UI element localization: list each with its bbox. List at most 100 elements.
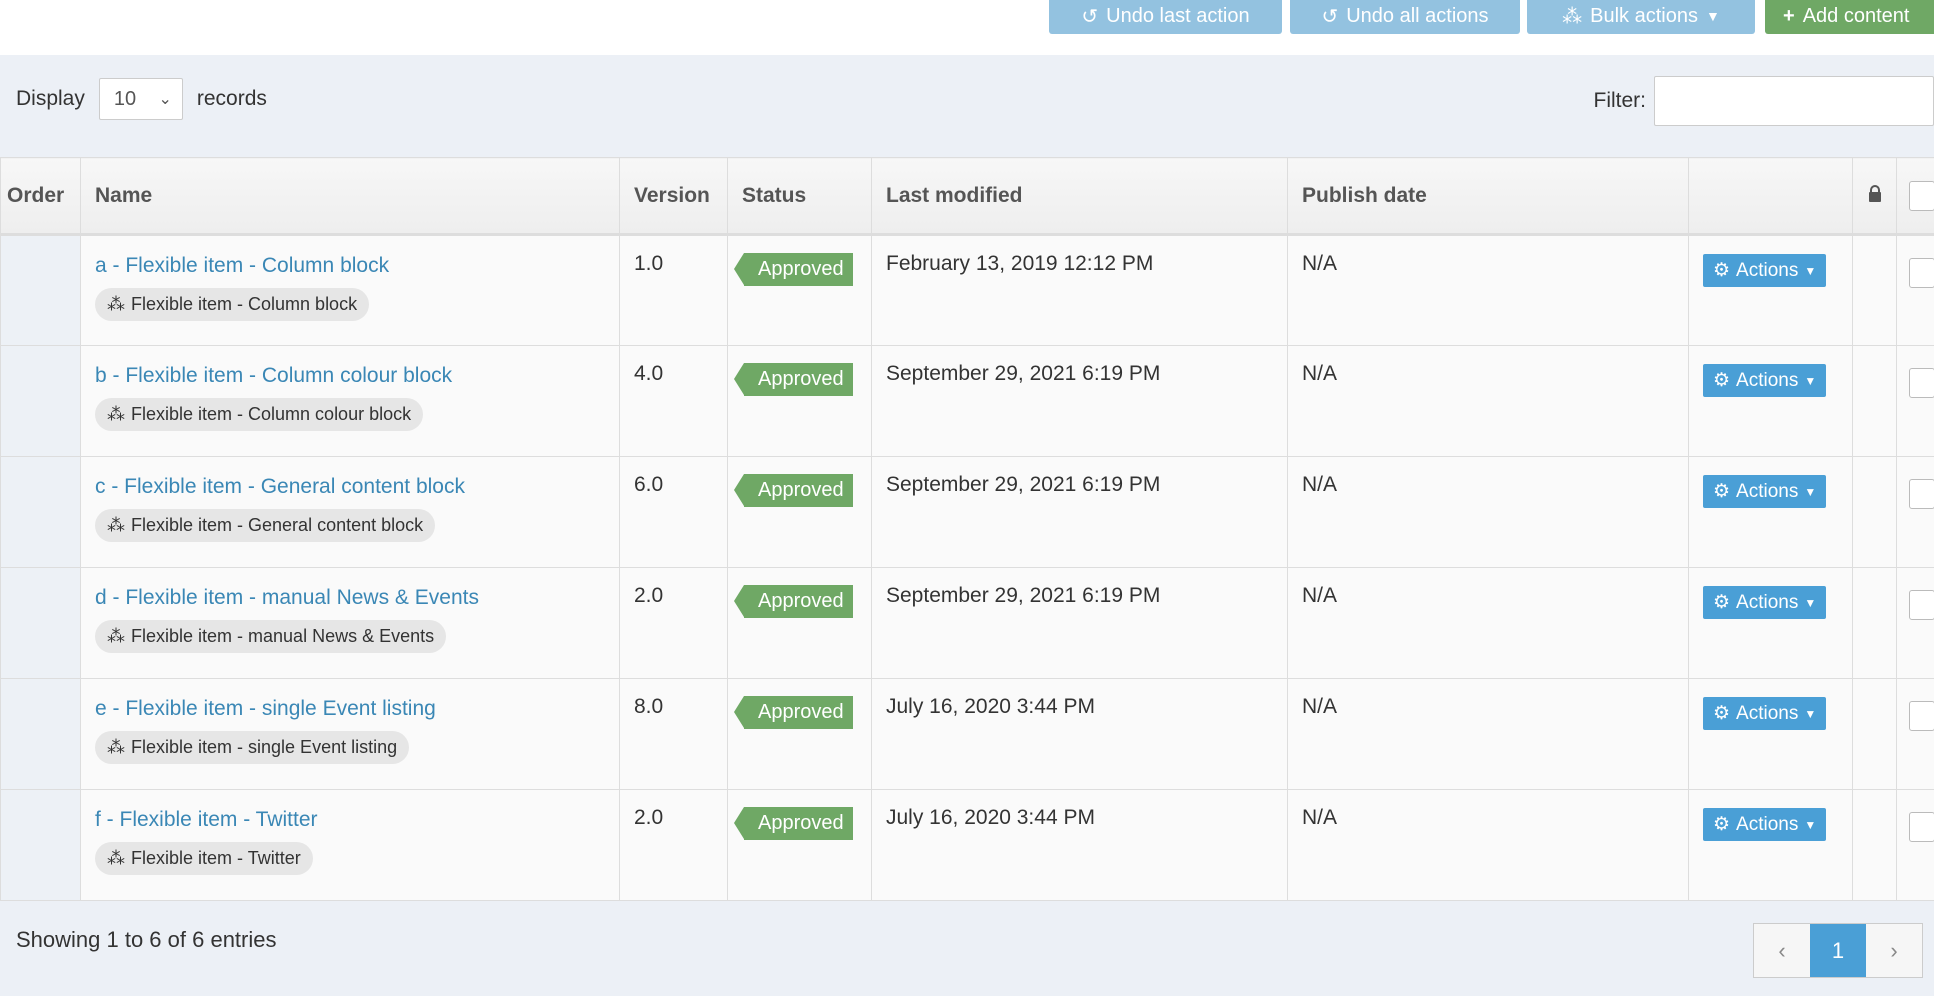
lock-cell: [1852, 789, 1897, 901]
version-cell: 6.0: [619, 456, 728, 568]
publish-date-cell: N/A: [1287, 345, 1689, 457]
add-content-button[interactable]: + Add content: [1765, 0, 1934, 34]
caret-down-icon: ▼: [1804, 484, 1817, 499]
cubes-icon: ⁂: [107, 848, 125, 868]
actions-dropdown-button[interactable]: ⚙ Actions ▼: [1703, 475, 1827, 508]
select-cell: [1896, 567, 1934, 679]
order-cell[interactable]: [0, 567, 81, 679]
actions-dropdown-button[interactable]: ⚙ Actions ▼: [1703, 808, 1827, 841]
select-cell: [1896, 345, 1934, 457]
actions-cell: ⚙ Actions ▼: [1688, 678, 1853, 790]
caret-down-icon: ▼: [1804, 595, 1817, 610]
select-all-checkbox[interactable]: [1909, 180, 1934, 211]
lock-cell: [1852, 678, 1897, 790]
name-cell: f - Flexible item - Twitter ⁂ Flexible ite…: [80, 789, 620, 901]
column-header-order[interactable]: Order: [0, 157, 81, 236]
publish-date-cell: N/A: [1287, 234, 1689, 346]
table-row: b - Flexible item - Column colour block ⁂…: [0, 345, 1934, 457]
lock-cell: [1852, 567, 1897, 679]
filter-input[interactable]: [1654, 76, 1934, 126]
records-per-page-control: Display 10 ⌄ records: [16, 77, 267, 121]
chevron-down-icon: ⌄: [158, 91, 172, 108]
row-checkbox[interactable]: [1909, 701, 1934, 731]
status-badge: Approved: [734, 363, 853, 396]
actions-dropdown-button[interactable]: ⚙ Actions ▼: [1703, 697, 1827, 730]
gear-icon: ⚙: [1713, 260, 1731, 281]
item-name-link[interactable]: d - Flexible item - manual News & Events: [95, 586, 605, 610]
name-cell: e - Flexible item - single Event listing…: [80, 678, 620, 790]
item-name-link[interactable]: b - Flexible item - Column colour block: [95, 364, 605, 388]
column-header-version[interactable]: Version: [619, 157, 728, 236]
column-header-publish-date[interactable]: Publish date: [1287, 157, 1689, 236]
pagination-next-button[interactable]: ›: [1866, 924, 1922, 977]
status-cell: Approved: [727, 234, 872, 346]
row-checkbox[interactable]: [1909, 590, 1934, 620]
gear-icon: ⚙: [1713, 703, 1731, 724]
records-per-page-select[interactable]: 10 ⌄: [98, 78, 183, 120]
actions-dropdown-button[interactable]: ⚙ Actions ▼: [1703, 254, 1827, 287]
item-name-link[interactable]: c - Flexible item - General content bloc…: [95, 475, 605, 499]
select-cell: [1896, 234, 1934, 346]
last-modified-cell: February 13, 2019 12:12 PM: [871, 234, 1288, 346]
name-cell: b - Flexible item - Column colour block ⁂…: [80, 345, 620, 457]
undo-icon: ↺: [1081, 5, 1099, 28]
gear-icon: ⚙: [1713, 592, 1731, 613]
gear-icon: ⚙: [1713, 370, 1731, 391]
filter-label: Filter:: [1593, 89, 1647, 112]
order-cell[interactable]: [0, 678, 81, 790]
publish-date-cell: N/A: [1287, 789, 1689, 901]
undo-all-actions-button[interactable]: ↺ Undo all actions: [1290, 0, 1520, 34]
publish-date-cell: N/A: [1287, 567, 1689, 679]
column-header-last-modified[interactable]: Last modified: [871, 157, 1288, 236]
status-cell: Approved: [727, 789, 872, 901]
actions-dropdown-button[interactable]: ⚙ Actions ▼: [1703, 364, 1827, 397]
status-cell: Approved: [727, 678, 872, 790]
select-cell: [1896, 678, 1934, 790]
undo-last-action-button[interactable]: ↺ Undo last action: [1049, 0, 1282, 34]
content-type-badge: ⁂ Flexible item - Column colour block: [95, 398, 424, 431]
item-name-link[interactable]: a - Flexible item - Column block: [95, 254, 605, 278]
publish-date-cell: N/A: [1287, 678, 1689, 790]
actions-dropdown-button[interactable]: ⚙ Actions ▼: [1703, 586, 1827, 619]
status-cell: Approved: [727, 456, 872, 568]
name-cell: a - Flexible item - Column block ⁂ Flexibl…: [80, 234, 620, 346]
lock-icon: [1868, 184, 1881, 202]
column-header-name[interactable]: Name: [80, 157, 620, 236]
order-cell[interactable]: [0, 345, 81, 457]
order-cell[interactable]: [0, 234, 81, 346]
column-header-actions: [1688, 157, 1853, 236]
gear-icon: ⚙: [1713, 481, 1731, 502]
version-cell: 1.0: [619, 234, 728, 346]
actions-cell: ⚙ Actions ▼: [1688, 456, 1853, 568]
bulk-actions-button[interactable]: ⁂ Bulk actions ▼: [1527, 0, 1755, 34]
records-label: records: [196, 87, 267, 110]
cubes-icon: ⁂: [107, 626, 125, 646]
order-cell[interactable]: [0, 456, 81, 568]
content-type-badge: ⁂ Flexible item - Column block: [95, 288, 370, 321]
item-name-link[interactable]: f - Flexible item - Twitter: [95, 808, 605, 832]
row-checkbox[interactable]: [1909, 258, 1934, 288]
pagination-page-1[interactable]: 1: [1810, 924, 1866, 977]
table-row: e - Flexible item - single Event listing…: [0, 678, 1934, 790]
order-cell[interactable]: [0, 789, 81, 901]
content-type-badge: ⁂ Flexible item - manual News & Events: [95, 620, 447, 653]
content-type-badge: ⁂ Flexible item - Twitter: [95, 842, 313, 875]
column-header-select-all: [1896, 157, 1934, 236]
row-checkbox[interactable]: [1909, 479, 1934, 509]
row-checkbox[interactable]: [1909, 368, 1934, 398]
caret-down-icon: ▼: [1705, 8, 1720, 24]
actions-cell: ⚙ Actions ▼: [1688, 345, 1853, 457]
status-cell: Approved: [727, 567, 872, 679]
pagination-prev-button[interactable]: ‹: [1754, 924, 1810, 977]
version-cell: 4.0: [619, 345, 728, 457]
column-header-status[interactable]: Status: [727, 157, 872, 236]
content-table: Order Name Version Status Last modified …: [0, 157, 1934, 901]
cubes-icon: ⁂: [107, 737, 125, 757]
row-checkbox[interactable]: [1909, 812, 1934, 842]
content-type-badge: ⁂ Flexible item - General content block: [95, 509, 436, 542]
table-row: f - Flexible item - Twitter ⁂ Flexible ite…: [0, 789, 1934, 901]
cubes-icon: ⁂: [107, 515, 125, 535]
item-name-link[interactable]: e - Flexible item - single Event listing: [95, 697, 605, 721]
last-modified-cell: September 29, 2021 6:19 PM: [871, 456, 1288, 568]
lock-cell: [1852, 234, 1897, 346]
